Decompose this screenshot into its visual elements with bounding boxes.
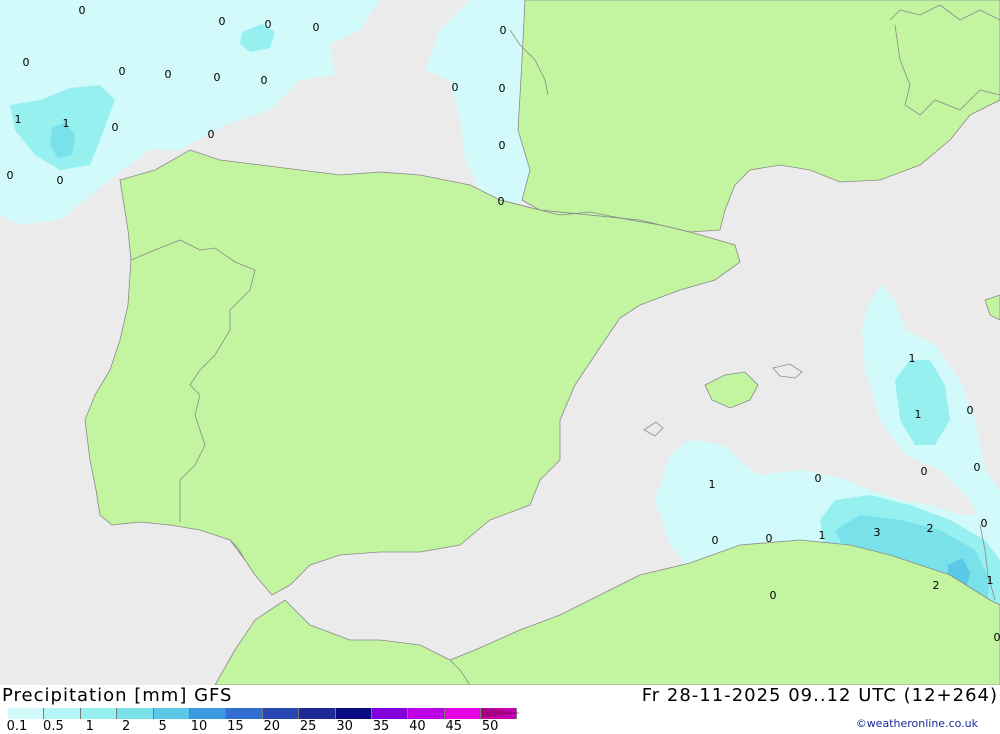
precip-value-label: 2 — [927, 522, 934, 535]
legend-swatch — [117, 708, 153, 719]
precipitation-map: 0 0 0 0 0 0 0 0 0 0 1 1 0 0 0 0 0 0 0 0 1 1 0 0 0 1 0 0 0 1 3 2 0 2 1 0 0 — [0, 0, 1000, 685]
legend-tick-label: 20 — [264, 719, 281, 734]
forecast-date: Fr 28-11-2025 09..12 UTC (12+264) — [642, 685, 998, 706]
precip-value-label: 0 — [994, 631, 1000, 644]
precip-value-label: 1 — [909, 352, 916, 365]
precip-value-label: 0 — [261, 74, 268, 87]
precip-value-label: 0 — [974, 461, 981, 474]
credit-link[interactable]: ©weatheronline.co.uk — [856, 717, 978, 730]
precip-value-label: 0 — [712, 534, 719, 547]
legend-swatch — [44, 708, 80, 719]
legend-tick-label: 35 — [373, 719, 390, 734]
precip-legend-bar — [8, 708, 517, 719]
legend-tick-label: 0.1 — [7, 719, 28, 734]
precip-value-label: 0 — [499, 139, 506, 152]
precip-value-label: 1 — [709, 478, 716, 491]
precip-value-label: 0 — [219, 15, 226, 28]
precip-value-label: 1 — [987, 574, 994, 587]
legend-swatch — [190, 708, 226, 719]
precip-value-label: 0 — [981, 517, 988, 530]
precip-value-label: 1 — [63, 117, 70, 130]
legend-swatch — [8, 708, 44, 719]
precip-value-label: 2 — [933, 579, 940, 592]
precip-value-label: 0 — [208, 128, 215, 141]
map-canvas: 0 0 0 0 0 0 0 0 0 0 1 1 0 0 0 0 0 0 0 0 1 1 0 0 0 1 0 0 0 1 3 2 0 2 1 0 0 — [0, 0, 1000, 685]
legend-tick-label: 45 — [446, 719, 463, 734]
legend-swatch — [226, 708, 262, 719]
legend-tick-label: 0.5 — [43, 719, 64, 734]
precip-value-label: 0 — [214, 71, 221, 84]
precip-value-label: 0 — [770, 589, 777, 602]
legend-swatch — [154, 708, 190, 719]
precip-value-label: 0 — [119, 65, 126, 78]
precip-value-label: 0 — [452, 81, 459, 94]
precip-value-label: 0 — [766, 532, 773, 545]
precip-value-label: 0 — [499, 82, 506, 95]
precip-value-label: 0 — [57, 174, 64, 187]
legend-swatch — [372, 708, 408, 719]
precip-value-label: 1 — [915, 408, 922, 421]
legend-swatch — [81, 708, 117, 719]
precip-value-label: 0 — [7, 169, 14, 182]
precip-value-label: 0 — [112, 121, 119, 134]
legend-tick-label: 30 — [336, 719, 353, 734]
legend-tick-label: 2 — [122, 719, 130, 734]
legend-swatch — [299, 708, 335, 719]
precip-value-label: 0 — [967, 404, 974, 417]
legend-tick-label: 5 — [158, 719, 166, 734]
precip-value-label: 0 — [921, 465, 928, 478]
legend-tick-label: 15 — [227, 719, 244, 734]
precip-value-label: 0 — [265, 18, 272, 31]
legend-swatch — [336, 708, 372, 719]
legend-swatch — [445, 708, 481, 719]
legend-tick-label: 40 — [409, 719, 426, 734]
precip-value-label: 0 — [79, 4, 86, 17]
legend-tick-labels: 0.10.5125101520253035404550 — [0, 719, 520, 733]
legend-swatch — [263, 708, 299, 719]
precip-value-label: 0 — [815, 472, 822, 485]
precip-value-label: 0 — [498, 195, 505, 208]
legend-swatch — [408, 708, 444, 719]
legend-tick-label: 10 — [191, 719, 208, 734]
precip-value-label: 1 — [819, 529, 826, 542]
precip-value-label: 0 — [165, 68, 172, 81]
precip-value-label: 3 — [874, 526, 881, 539]
legend-tick-label: 25 — [300, 719, 317, 734]
legend-tick-label: 1 — [86, 719, 94, 734]
legend-tick-label: 50 — [482, 719, 499, 734]
precip-value-label: 1 — [15, 113, 22, 126]
legend-arrow-icon — [482, 708, 520, 718]
precip-value-label: 0 — [23, 56, 30, 69]
precip-value-label: 0 — [500, 24, 507, 37]
map-title: Precipitation [mm] GFS — [2, 685, 232, 706]
precip-value-label: 0 — [313, 21, 320, 34]
